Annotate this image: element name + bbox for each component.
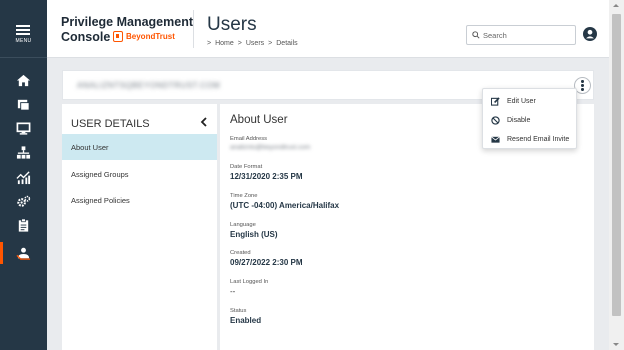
groups-icon (16, 145, 31, 159)
user-details-panel: USER DETAILS About User Assigned Groups … (62, 104, 217, 350)
created-value: 09/27/2022 2:30 PM (230, 258, 303, 267)
scroll-thumb[interactable] (612, 14, 621, 316)
edit-user-menu-item[interactable]: Edit User (483, 91, 578, 111)
disable-label: Disable (507, 116, 531, 124)
about-user-title: About User (230, 114, 288, 126)
brand-title: Privilege Management (61, 15, 193, 29)
last-logged-in-value: -- (230, 287, 236, 296)
search-input[interactable] (483, 30, 571, 40)
header-divider (193, 10, 194, 48)
brand-subtitle: Console (61, 30, 111, 44)
analytics-icon (16, 170, 31, 184)
nav-policies[interactable] (0, 93, 47, 115)
nav-assigned-policies[interactable]: Assigned Policies (62, 187, 217, 213)
menu-button[interactable]: MENU (0, 0, 47, 58)
edit-user-label: Edit User (507, 97, 536, 105)
breadcrumb: > Home > Users > Details (207, 40, 298, 47)
configuration-icon (17, 195, 31, 207)
nav-home[interactable] (0, 69, 47, 91)
status-value: Enabled (230, 316, 262, 325)
page-title: Users (207, 14, 257, 35)
nav-computers[interactable] (0, 117, 47, 139)
collapse-panel-button[interactable] (197, 115, 211, 129)
status-label: Status (230, 308, 247, 314)
breadcrumb-users[interactable]: Users (246, 40, 264, 47)
menu-label: MENU (15, 38, 32, 44)
left-nav-rail: MENU (0, 0, 47, 350)
nav-reports[interactable] (0, 214, 47, 236)
date-format-label: Date Format (230, 164, 263, 170)
edit-icon (491, 96, 500, 106)
resend-email-invite-menu-item[interactable]: Resend Email Invite (483, 129, 578, 149)
nav-configuration[interactable] (0, 190, 47, 212)
nav-about-user[interactable]: About User (62, 134, 217, 160)
reports-icon (18, 218, 29, 232)
language-value: English (US) (230, 230, 278, 239)
search-box[interactable] (466, 25, 576, 45)
date-format-value: 12/31/2020 2:35 PM (230, 172, 303, 181)
breadcrumb-separator: > (207, 40, 212, 47)
breadcrumb-separator: > (237, 40, 242, 47)
top-header: Privilege Management Console BeyondTrust… (47, 0, 609, 58)
users-icon (16, 247, 31, 260)
logo-text: BeyondTrust (126, 32, 175, 41)
hamburger-icon (16, 25, 30, 35)
breadcrumb-home[interactable]: Home (215, 40, 234, 47)
created-label: Created (230, 250, 251, 256)
disable-icon (491, 115, 500, 125)
user-details-title: USER DETAILS (71, 118, 150, 130)
nav-assigned-groups[interactable]: Assigned Groups (62, 161, 217, 187)
disable-menu-item[interactable]: Disable (483, 110, 578, 130)
beyondtrust-logo-icon (113, 31, 123, 42)
breadcrumb-separator: > (268, 40, 273, 47)
user-email-redacted: ANALIZNTSQBEYONDTRUST.COM (77, 81, 221, 90)
nav-groups[interactable] (0, 141, 47, 163)
search-icon (472, 31, 480, 39)
last-logged-in-label: Last Logged In (230, 279, 269, 285)
policies-icon (17, 99, 30, 111)
beyondtrust-logo: BeyondTrust (113, 31, 175, 42)
actions-dropdown: Edit User Disable Resend Email Invite (482, 88, 577, 149)
breadcrumb-details: Details (276, 40, 298, 47)
email-address-value: analiznts@beyondtrust.com (230, 144, 311, 151)
nav-users[interactable] (0, 242, 47, 264)
time-zone-value: (UTC -04:00) America/Halifax (230, 201, 340, 210)
time-zone-label: Time Zone (230, 193, 258, 199)
scroll-down-arrow[interactable] (613, 343, 619, 346)
email-address-label: Email Address (230, 136, 268, 142)
user-avatar-icon[interactable] (583, 27, 597, 41)
envelope-icon (491, 135, 500, 143)
page-scrollbar[interactable] (609, 0, 624, 350)
scroll-up-arrow[interactable] (613, 4, 619, 7)
chevron-left-icon (200, 117, 207, 127)
resend-email-invite-label: Resend Email Invite (507, 135, 570, 143)
nav-analytics[interactable] (0, 166, 47, 188)
computers-icon (16, 122, 31, 135)
home-icon (16, 74, 31, 86)
language-label: Language (230, 222, 256, 228)
